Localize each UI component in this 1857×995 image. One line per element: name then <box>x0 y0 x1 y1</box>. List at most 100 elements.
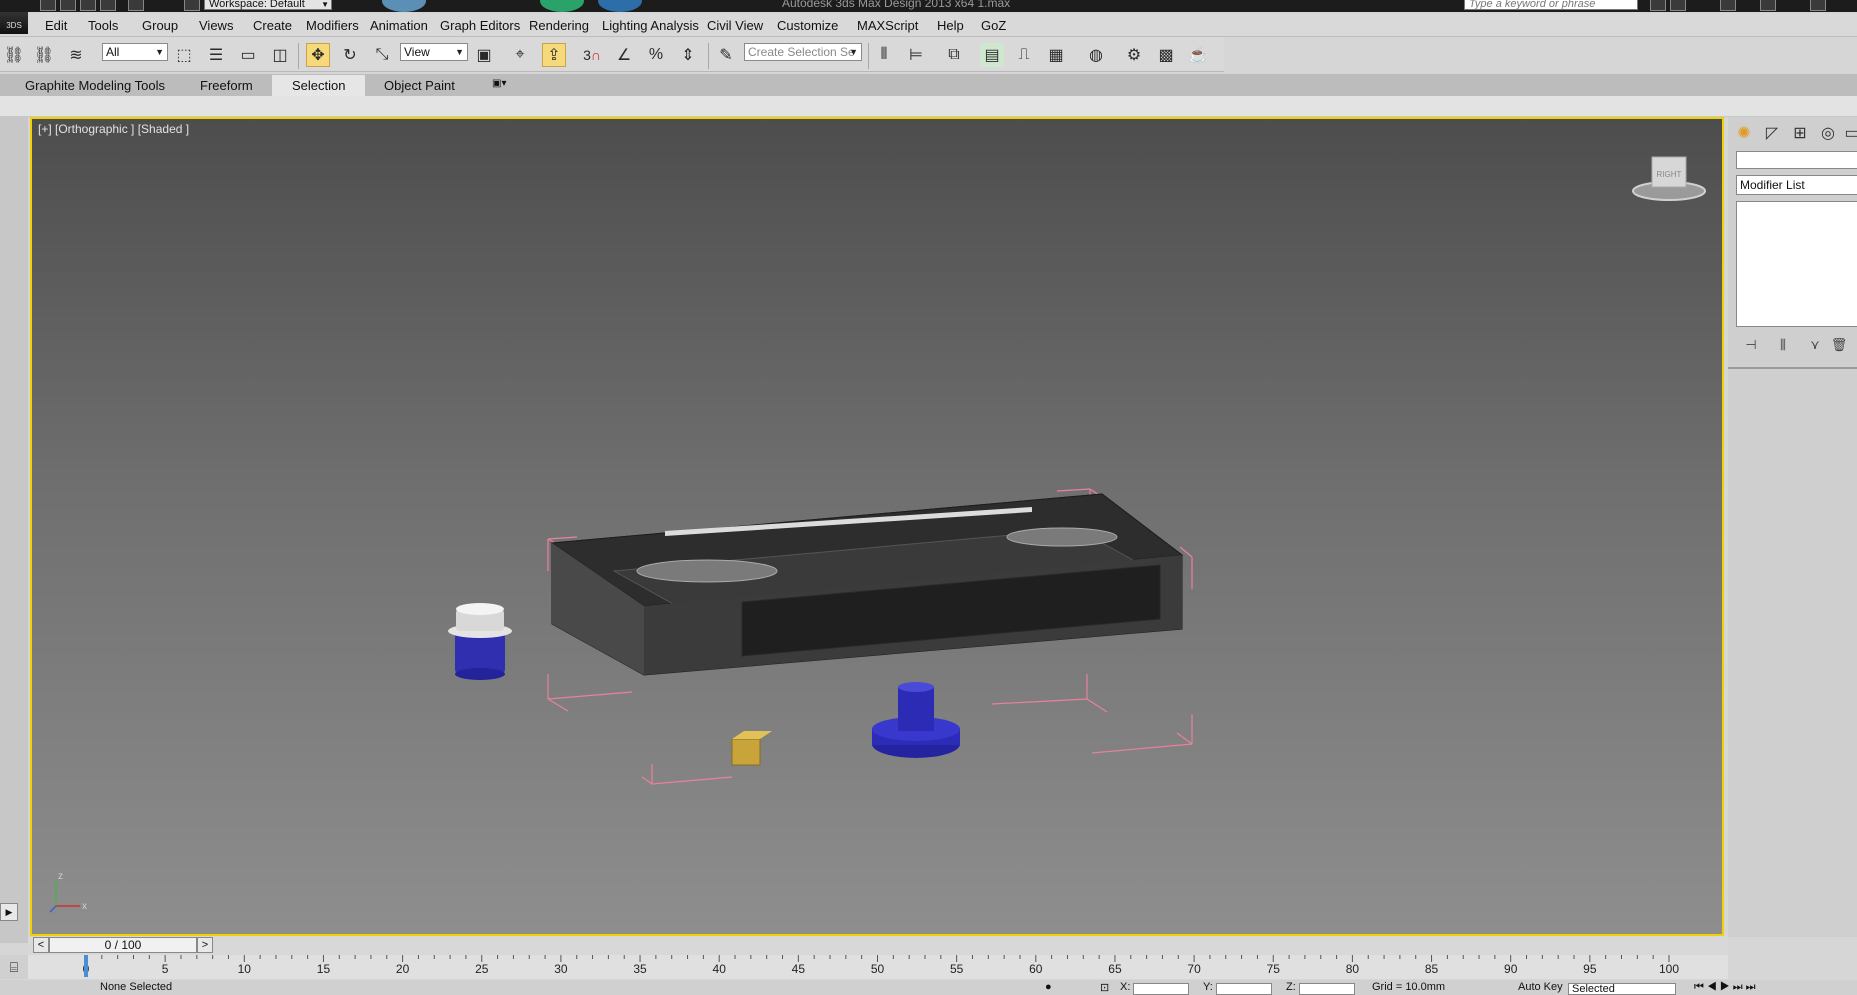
schematic-view-icon[interactable]: ▦ <box>1044 43 1068 67</box>
lock-selection-icon[interactable]: ● <box>1045 981 1052 993</box>
modifier-stack[interactable] <box>1736 201 1857 327</box>
spool-model-left[interactable] <box>448 603 512 680</box>
keyboard-shortcut-icon[interactable]: ⇪ <box>542 43 566 67</box>
menu-modifiers[interactable]: Modifiers <box>306 18 359 33</box>
edit-named-selection-icon[interactable]: ✎ <box>714 43 738 67</box>
link-icon[interactable]: ⛓ <box>2 43 26 67</box>
align-icon[interactable]: ⊨ <box>904 43 928 67</box>
expand-arrow-icon[interactable]: ▶ <box>0 903 18 921</box>
viewcube-icon[interactable]: RIGHT <box>1632 156 1706 201</box>
help-icon[interactable] <box>1760 0 1776 11</box>
modifier-list-dropdown[interactable]: Modifier List <box>1736 175 1857 195</box>
reference-coordinate-dropdown[interactable]: View ▼ <box>400 43 468 61</box>
x-coord-field[interactable] <box>1133 983 1189 995</box>
layer-manager-icon[interactable]: ⧉ <box>942 43 966 67</box>
scale-icon[interactable]: ⤡ <box>370 43 394 67</box>
pin-stack-icon[interactable]: ⊣ <box>1740 335 1762 355</box>
quick-access-new-icon[interactable] <box>40 0 56 11</box>
menu-edit[interactable]: Edit <box>45 18 67 33</box>
create-icon[interactable]: ✺ <box>1732 121 1756 145</box>
spool-model-center[interactable] <box>872 682 960 758</box>
mirror-icon[interactable]: ⫴ <box>872 43 896 67</box>
viewport-orthographic[interactable]: [+] [Orthographic ] [Shaded ] RIGHT z x <box>30 117 1724 936</box>
modifier-list-label: Modifier List <box>1740 178 1805 192</box>
menu-tools[interactable]: Tools <box>88 18 118 33</box>
rendered-frame-icon[interactable]: ▩ <box>1154 43 1178 67</box>
menu-rendering[interactable]: Rendering <box>529 18 589 33</box>
communication-center-icon[interactable] <box>1670 0 1686 11</box>
hierarchy-icon[interactable]: ⊞ <box>1788 121 1812 145</box>
mini-curve-editor-icon[interactable]: ⌸ <box>0 955 28 979</box>
minimize-button[interactable] <box>1810 0 1826 11</box>
render-setup-icon[interactable]: ⚙ <box>1122 43 1146 67</box>
current-frame-marker[interactable] <box>84 955 88 977</box>
pivot-center-icon[interactable]: ▣ <box>472 43 496 67</box>
absolute-mode-icon[interactable]: ⊡ <box>1100 981 1109 994</box>
menu-customize[interactable]: Customize <box>777 18 838 33</box>
object-name-field[interactable] <box>1736 151 1857 169</box>
manipulate-icon[interactable]: ⌖ <box>508 43 532 67</box>
tab-selection[interactable]: Selection <box>272 75 366 96</box>
curve-editor-icon[interactable]: ⎍ <box>1012 43 1036 67</box>
render-icon[interactable]: ☕ <box>1186 43 1210 67</box>
menu-help[interactable]: Help <box>937 18 964 33</box>
key-mode-dropdown[interactable]: Selected <box>1568 983 1676 995</box>
y-coord-field[interactable] <box>1216 983 1272 995</box>
selection-filter-dropdown[interactable]: All ▼ <box>102 43 168 61</box>
angle-snap-icon[interactable]: ∠ <box>612 43 636 67</box>
menu-maxscript[interactable]: MAXScript <box>857 18 918 33</box>
modify-icon[interactable]: ◸ <box>1760 121 1784 145</box>
window-crossing-icon[interactable]: ◫ <box>268 43 292 67</box>
display-icon[interactable]: ▭ <box>1840 121 1857 145</box>
vhs-cassette-model[interactable] <box>550 493 1184 676</box>
menu-goz[interactable]: GoZ <box>981 18 1006 33</box>
time-slider-thumb[interactable]: 0 / 100 <box>49 937 197 953</box>
z-coord-field[interactable] <box>1299 983 1355 995</box>
menu-group[interactable]: Group <box>142 18 178 33</box>
quick-access-open-icon[interactable] <box>60 0 76 11</box>
undo-icon[interactable] <box>100 0 116 11</box>
material-editor-icon[interactable]: ◍ <box>1084 43 1108 67</box>
quick-access-save-icon[interactable] <box>80 0 96 11</box>
tab-graphite-modeling-tools[interactable]: Graphite Modeling Tools <box>25 78 165 93</box>
redo-icon[interactable] <box>128 0 144 11</box>
menu-civil-view[interactable]: Civil View <box>707 18 763 33</box>
select-by-name-icon[interactable]: ☰ <box>204 43 228 67</box>
auto-key-button[interactable]: Auto Key <box>1518 981 1563 993</box>
menu-graph-editors[interactable]: Graph Editors <box>440 18 520 33</box>
motion-icon[interactable]: ◎ <box>1816 121 1840 145</box>
application-button[interactable]: 3DS <box>0 12 28 34</box>
rotate-icon[interactable]: ↻ <box>338 43 362 67</box>
named-selection-dropdown[interactable]: Create Selection Se ▼ <box>744 43 862 61</box>
time-slider-next-button[interactable]: > <box>197 937 213 953</box>
menu-lighting-analysis[interactable]: Lighting Analysis <box>602 18 699 33</box>
playback-controls-icon[interactable]: ⏮ ◀ ▶ ⏭ ⏭ <box>1694 981 1756 994</box>
select-icon[interactable]: ⬚ <box>172 43 196 67</box>
move-icon[interactable]: ✥ <box>306 43 330 67</box>
scene-canvas: RIGHT z x <box>49 156 1706 913</box>
favorites-star-icon[interactable] <box>1720 0 1736 11</box>
time-slider-prev-button[interactable]: < <box>33 937 49 953</box>
rectangle-region-icon[interactable]: ▭ <box>236 43 260 67</box>
tab-object-paint[interactable]: Object Paint <box>384 78 455 93</box>
menu-create[interactable]: Create <box>253 18 292 33</box>
menu-animation[interactable]: Animation <box>370 18 428 33</box>
track-bar[interactable]: 0510152025303540455055606570758085909510… <box>28 955 1728 979</box>
make-unique-icon[interactable]: ⋎ <box>1804 335 1826 355</box>
search-input[interactable]: Type a keyword or phrase <box>1464 0 1638 10</box>
workspace-dropdown[interactable]: Workspace: Default ▼ <box>204 0 332 10</box>
bind-space-warp-icon[interactable]: ≋ <box>64 43 88 67</box>
spinner-snap-icon[interactable]: ⇕ <box>676 43 700 67</box>
project-folder-icon[interactable] <box>184 0 200 11</box>
ribbon-options-icon[interactable]: ▣▾ <box>492 78 506 89</box>
menu-views[interactable]: Views <box>199 18 233 33</box>
remove-modifier-icon[interactable]: 🗑 <box>1828 335 1850 355</box>
infocenter-search-icon[interactable] <box>1650 0 1666 11</box>
tab-freeform[interactable]: Freeform <box>200 78 253 93</box>
unlink-icon[interactable]: ⛓ <box>32 43 56 67</box>
percent-snap-icon[interactable]: % <box>644 43 668 67</box>
small-cube-model[interactable] <box>731 731 772 766</box>
snap-icon[interactable]: 3 ∩ <box>580 43 604 67</box>
show-end-result-icon[interactable]: ⫼ <box>1772 335 1794 355</box>
graphite-toggle-icon[interactable]: ▤ <box>980 43 1004 67</box>
